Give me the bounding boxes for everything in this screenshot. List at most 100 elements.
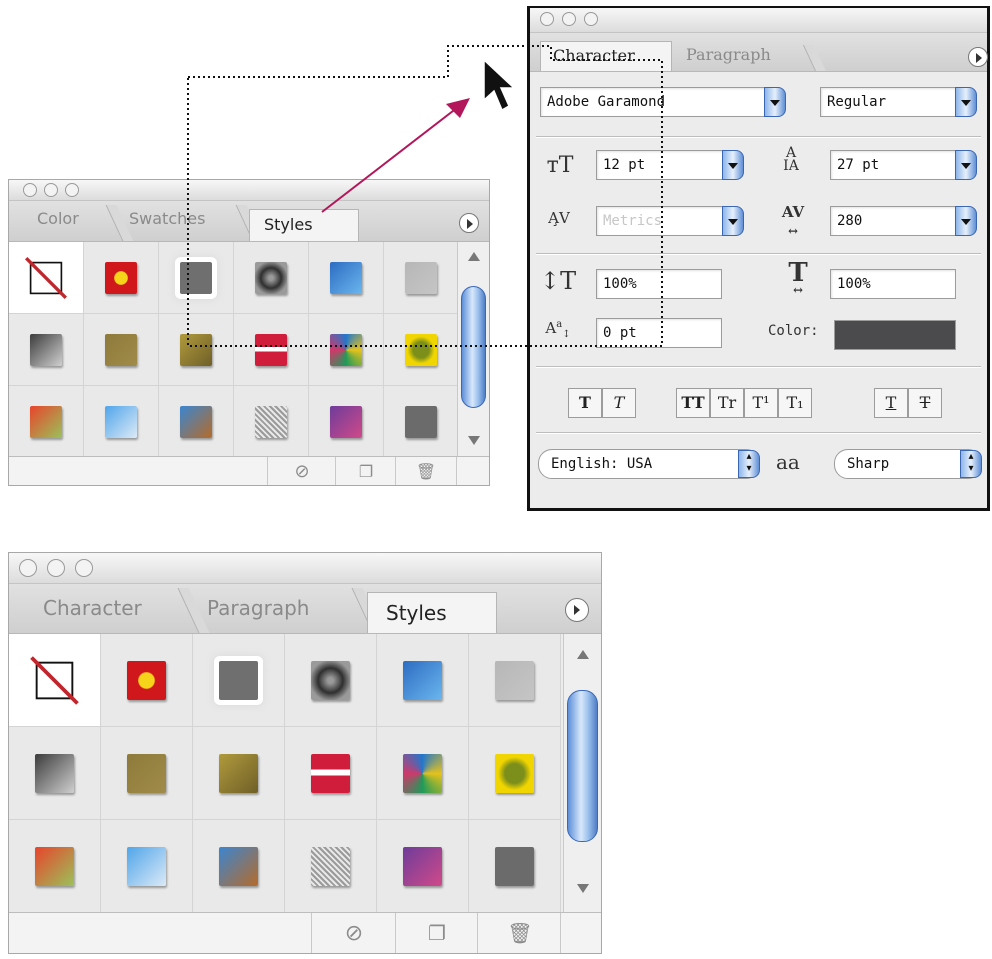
style-swatch-olive[interactable]	[101, 727, 193, 820]
panel-titlebar[interactable]	[9, 553, 601, 584]
style-swatch-olive[interactable]	[84, 314, 159, 386]
faux-italic-button[interactable]: T	[602, 388, 636, 418]
scroll-down-icon[interactable]	[467, 436, 480, 445]
zoom-icon[interactable]	[75, 559, 93, 577]
style-swatch-red-stripe[interactable]	[285, 727, 377, 820]
style-swatch-gray-glow[interactable]	[159, 242, 234, 314]
style-swatch-dark-chrome[interactable]	[234, 242, 309, 314]
style-swatch-multicolor[interactable]	[377, 727, 469, 820]
style-swatch-yellow-green[interactable]	[384, 314, 459, 386]
style-swatch-purple-stripe[interactable]	[377, 820, 469, 913]
scroll-up-icon[interactable]	[467, 252, 480, 261]
style-swatch-none[interactable]	[9, 634, 101, 727]
style-swatch-landscape[interactable]	[159, 386, 234, 458]
style-swatch-purple-stripe[interactable]	[309, 386, 384, 458]
close-icon[interactable]	[19, 559, 37, 577]
font-style-dropdown-icon[interactable]	[955, 87, 977, 117]
clear-style-button[interactable]: ⊘	[267, 457, 336, 485]
delete-style-button[interactable]: 🗑	[395, 457, 456, 485]
anti-alias-stepper-icon[interactable]: ▴ ▾	[960, 450, 982, 478]
color-swatch[interactable]	[834, 320, 956, 350]
style-swatch-light-gray[interactable]	[384, 242, 459, 314]
language-stepper-icon[interactable]: ▴ ▾	[738, 450, 760, 478]
scrollbar[interactable]	[457, 242, 489, 458]
style-swatch-red-yellow[interactable]	[84, 242, 159, 314]
style-swatch-red-stripe[interactable]	[234, 314, 309, 386]
style-swatch-red-orange[interactable]	[9, 820, 101, 913]
panel-menu-icon[interactable]	[459, 213, 479, 233]
style-swatch-landscape[interactable]	[193, 820, 285, 913]
tab-styles[interactable]: Styles	[367, 592, 497, 633]
close-icon[interactable]	[540, 12, 554, 26]
tracking-dropdown-icon[interactable]	[955, 206, 977, 236]
close-icon[interactable]	[23, 183, 37, 197]
tab-character[interactable]: Character	[31, 584, 210, 633]
style-swatch-blue-bevel[interactable]	[309, 242, 384, 314]
tab-character[interactable]: Character	[540, 41, 672, 71]
style-swatch-gray-glow[interactable]	[193, 634, 285, 727]
panel-titlebar[interactable]	[9, 180, 489, 201]
scroll-thumb[interactable]	[567, 690, 598, 842]
kerning-field[interactable]: Metrics	[596, 206, 724, 236]
leading-dropdown-icon[interactable]	[955, 150, 977, 180]
tab-paragraph[interactable]: Paragraph	[674, 41, 827, 71]
superscript-button[interactable]: T¹	[744, 388, 778, 418]
tab-paragraph[interactable]: Paragraph	[195, 584, 384, 633]
zoom-icon[interactable]	[584, 12, 598, 26]
font-size-dropdown-icon[interactable]	[722, 150, 744, 180]
scroll-up-icon[interactable]	[576, 650, 589, 659]
font-size-field[interactable]: 12 pt	[596, 150, 724, 180]
new-style-button[interactable]: ❐	[395, 913, 478, 953]
kerning-dropdown-icon[interactable]	[722, 206, 744, 236]
font-family-dropdown-icon[interactable]	[764, 87, 786, 117]
style-swatch-sky-blue[interactable]	[84, 386, 159, 458]
style-swatch-noise[interactable]	[285, 820, 377, 913]
style-swatch-olive-gradient[interactable]	[193, 727, 285, 820]
panel-menu-icon[interactable]	[565, 598, 589, 622]
baseline-shift-field[interactable]: 0 pt	[596, 318, 722, 348]
style-swatch-none[interactable]	[9, 242, 84, 314]
tracking-field[interactable]: 280	[830, 206, 956, 236]
underline-button[interactable]: T	[874, 388, 908, 418]
style-swatch-gray-gradient[interactable]	[9, 727, 101, 820]
horizontal-scale-field[interactable]: 100%	[830, 269, 956, 299]
minimize-icon[interactable]	[562, 12, 576, 26]
style-swatch-olive-gradient[interactable]	[159, 314, 234, 386]
faux-bold-button[interactable]: T	[568, 388, 602, 418]
tab-color[interactable]: Color	[27, 201, 134, 241]
vertical-scale-field[interactable]: 100%	[596, 269, 722, 299]
resize-grip-icon[interactable]	[456, 457, 489, 485]
strikethrough-button[interactable]: T	[908, 388, 942, 418]
clear-style-button[interactable]: ⊘	[311, 913, 396, 953]
all-caps-button[interactable]: TT	[676, 388, 710, 418]
style-swatch-multicolor[interactable]	[309, 314, 384, 386]
leading-field[interactable]: 27 pt	[830, 150, 956, 180]
scroll-down-icon[interactable]	[576, 884, 589, 893]
style-swatch-dark-gray[interactable]	[469, 820, 561, 913]
style-swatch-blue-bevel[interactable]	[377, 634, 469, 727]
style-swatch-yellow-green[interactable]	[469, 727, 561, 820]
tab-styles[interactable]: Styles	[249, 209, 359, 241]
font-family-field[interactable]: Adobe Garamond	[540, 87, 766, 117]
delete-style-button[interactable]: 🗑	[477, 913, 562, 953]
font-style-field[interactable]: Regular	[820, 87, 956, 117]
minimize-icon[interactable]	[47, 559, 65, 577]
scroll-thumb[interactable]	[461, 286, 486, 408]
resize-grip-icon[interactable]	[560, 913, 601, 953]
panel-titlebar[interactable]	[530, 8, 987, 33]
new-style-button[interactable]: ❐	[335, 457, 396, 485]
style-swatch-sky-blue[interactable]	[101, 820, 193, 913]
small-caps-button[interactable]: Tr	[710, 388, 744, 418]
panel-menu-icon[interactable]	[968, 47, 988, 67]
subscript-button[interactable]: T₁	[778, 388, 812, 418]
style-swatch-light-gray[interactable]	[469, 634, 561, 727]
style-swatch-red-yellow[interactable]	[101, 634, 193, 727]
scrollbar[interactable]	[563, 634, 601, 913]
zoom-icon[interactable]	[65, 183, 79, 197]
style-swatch-noise[interactable]	[234, 386, 309, 458]
tab-swatches[interactable]: Swatches	[121, 201, 264, 241]
style-swatch-dark-chrome[interactable]	[285, 634, 377, 727]
language-select[interactable]: English: USA	[538, 449, 760, 479]
minimize-icon[interactable]	[44, 183, 58, 197]
style-swatch-dark-gray[interactable]	[384, 386, 459, 458]
